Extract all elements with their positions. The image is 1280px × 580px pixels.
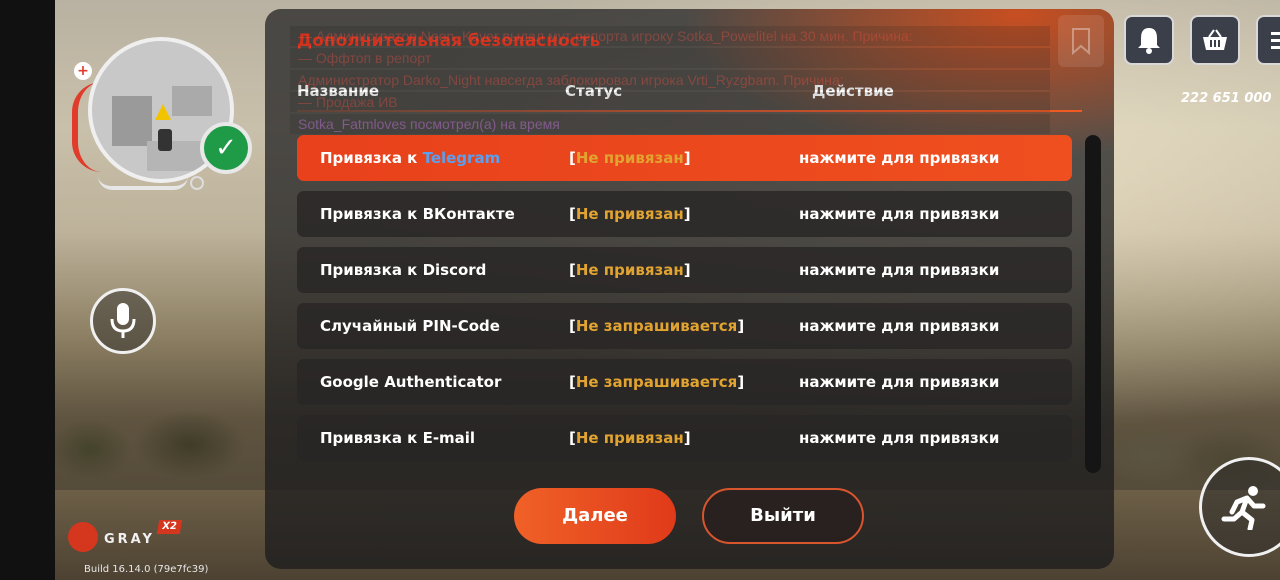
microphone-button[interactable] [90, 288, 156, 354]
option-action[interactable]: нажмите для привязки [799, 317, 999, 335]
option-action[interactable]: нажмите для привязки [799, 149, 999, 167]
option-status: [Не запрашивается] [569, 373, 745, 391]
option-name: Google Authenticator [320, 373, 501, 391]
option-status-value: Не запрашивается [575, 317, 738, 335]
security-options-list: Привязка к Telegram [Не привязан] нажмит… [297, 135, 1072, 471]
column-header-action: Действие [812, 82, 894, 100]
option-name-prefix: Привязка к E-mail [320, 429, 476, 447]
option-status: [Не привязан] [569, 261, 691, 279]
option-status-value: Не привязан [575, 261, 684, 279]
security-option-row[interactable]: Привязка к Discord [Не привязан] нажмите… [297, 247, 1072, 293]
option-status: [Не привязан] [569, 205, 691, 223]
column-header-status: Статус [565, 82, 623, 100]
menu-button[interactable] [1256, 15, 1280, 65]
option-status: [Не запрашивается] [569, 317, 745, 335]
map-building [172, 86, 212, 116]
security-panel: Дополнительная безопасность Название Ста… [265, 9, 1114, 569]
option-status-value: Не запрашивается [575, 373, 738, 391]
option-name-prefix: Случайный PIN-Code [320, 317, 500, 335]
health-plus-icon: + [74, 62, 92, 80]
bookmark-icon [1072, 28, 1090, 55]
player-direction-icon [155, 104, 171, 120]
option-name: Привязка к Discord [320, 261, 486, 279]
security-option-row[interactable]: Привязка к Telegram [Не привязан] нажмит… [297, 135, 1072, 181]
option-status: [Не привязан] [569, 429, 691, 447]
option-name: Привязка к E-mail [320, 429, 475, 447]
screen-edge-bar [0, 0, 55, 580]
map-building [112, 96, 152, 146]
bell-icon [1138, 28, 1160, 54]
security-option-row[interactable]: Привязка к E-mail [Не привязан] нажмите … [297, 415, 1072, 461]
option-action[interactable]: нажмите для привязки [799, 205, 999, 223]
exit-button[interactable]: Выйти [702, 488, 864, 544]
shop-button[interactable] [1190, 15, 1240, 65]
header-divider [297, 110, 1082, 112]
option-name-prefix: Привязка к ВКонтакте [320, 205, 515, 223]
option-name-prefix: Привязка к [320, 149, 423, 167]
bookmark-button[interactable] [1058, 15, 1104, 67]
logo-brand: GRAY [104, 532, 155, 547]
option-action[interactable]: нажмите для привязки [799, 429, 999, 447]
notifications-button[interactable] [1124, 15, 1174, 65]
money-display: 222 651 000 [1181, 91, 1272, 106]
microphone-icon [110, 303, 136, 338]
option-name: Случайный PIN-Code [320, 317, 500, 335]
running-man-icon [1221, 486, 1266, 530]
x2-badge: X2 [156, 520, 182, 534]
option-status: [Не привязан] [569, 149, 691, 167]
security-option-row[interactable]: Google Authenticator [Не запрашивается] … [297, 359, 1072, 405]
option-name: Привязка к Telegram [320, 149, 500, 167]
security-option-row[interactable]: Привязка к ВКонтакте [Не привязан] нажми… [297, 191, 1072, 237]
option-name-highlight: Telegram [422, 149, 501, 167]
menu-icon [1271, 32, 1280, 49]
option-action[interactable]: нажмите для привязки [799, 373, 999, 391]
option-status-value: Не привязан [575, 429, 684, 447]
list-scrollbar[interactable] [1085, 135, 1101, 473]
option-action[interactable]: нажмите для привязки [799, 261, 999, 279]
basket-icon [1203, 29, 1227, 50]
option-status-value: Не привязан [575, 149, 684, 167]
column-header-name: Название [297, 82, 380, 100]
panel-title: Дополнительная безопасность [297, 31, 601, 51]
player-marker-icon [158, 129, 172, 151]
next-button[interactable]: Далее [514, 488, 676, 544]
armor-bar [98, 176, 188, 190]
option-name-prefix: Привязка к Discord [320, 261, 487, 279]
shield-check-icon[interactable]: ✓ [200, 122, 252, 174]
armor-icon [190, 176, 204, 190]
option-name-prefix: Google Authenticator [320, 373, 502, 391]
build-version: Build 16.14.0 (79e7fc39) [84, 564, 209, 575]
option-name: Привязка к ВКонтакте [320, 205, 515, 223]
bear-logo-icon [68, 522, 98, 552]
option-status-value: Не привязан [575, 205, 684, 223]
security-option-row[interactable]: Случайный PIN-Code [Не запрашивается] на… [297, 303, 1072, 349]
